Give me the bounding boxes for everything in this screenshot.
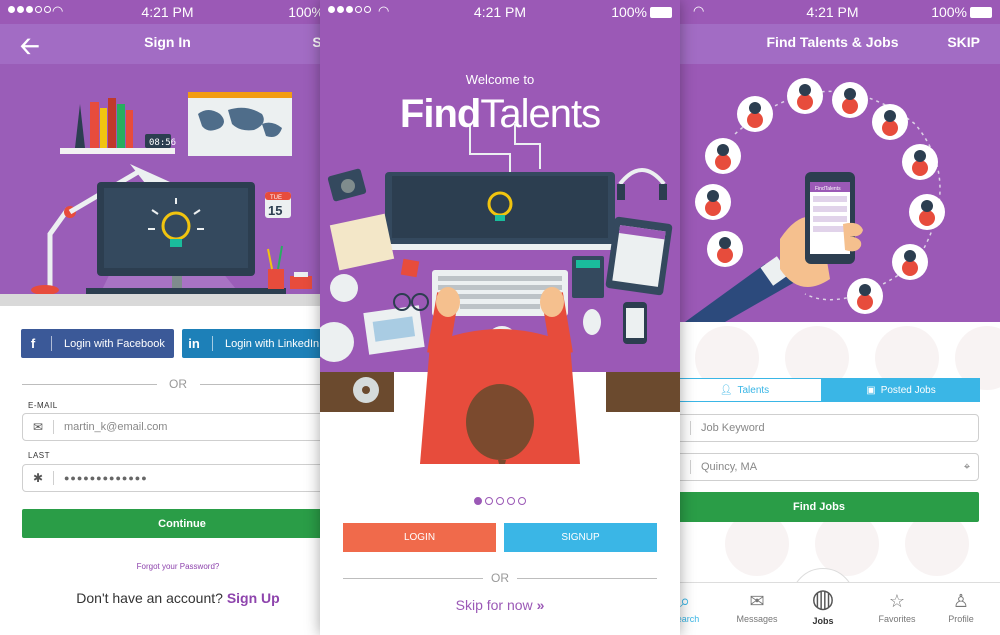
star-icon: ☆ <box>888 591 906 611</box>
find-screen: ◠ 4:21 PM 100% Find Talents & Jobs SKIP <box>665 0 1000 635</box>
welcome-text: Welcome to <box>465 72 535 87</box>
asterisk-icon: ✱ <box>32 471 44 485</box>
password-field[interactable]: ✱ ●●●●●●●●●●●●● <box>22 464 335 492</box>
workspace-graphic <box>320 124 680 476</box>
welcome-screen: ◠ 4:21 PM 100% Welcome to FindTalents LO… <box>320 0 680 635</box>
talent-network-graphic: FindTalents <box>685 78 945 322</box>
desk-illustration: 08:56 TUE 15 <box>0 64 335 295</box>
or-label: OR <box>169 377 187 391</box>
search-mode-segment: 👤︎ Talents ▣ Posted Jobs <box>667 378 980 402</box>
tab-label: Messages <box>736 614 778 624</box>
tab-posted-jobs-label: Posted Jobs <box>880 384 936 396</box>
page-title: Sign In <box>144 34 191 50</box>
page-dot[interactable] <box>485 497 493 505</box>
tab-label: Favorites <box>878 614 916 624</box>
user-icon: ♙ <box>952 591 970 611</box>
battery: 100% <box>931 4 992 20</box>
network-illustration: FindTalents <box>665 64 1000 322</box>
calendar-month: TUE <box>270 195 282 201</box>
job-keyword-placeholder: Job Keyword <box>701 422 765 434</box>
facebook-login-label: Login with Facebook <box>64 337 165 350</box>
tab-favorites[interactable]: ☆ Favorites <box>867 591 927 624</box>
page-dot[interactable] <box>518 497 526 505</box>
page-dot[interactable] <box>507 497 515 505</box>
location-value: Quincy, MA <box>701 461 758 473</box>
navbar: 🡠 Sign In SKIP <box>0 24 335 64</box>
location-input[interactable]: ⌖ Quincy, MA ⌖ <box>665 453 979 481</box>
skip-for-now-label: Skip for now <box>455 597 533 613</box>
tab-jobs[interactable]: ◍ Jobs <box>793 583 853 626</box>
findtalents-logo: FindTalents <box>320 92 680 137</box>
linkedin-login-label: Login with LinkedIn <box>225 337 320 350</box>
divider <box>343 578 483 579</box>
no-account-row: Don't have an account? Sign Up <box>0 590 335 606</box>
job-keyword-input[interactable]: ⌕ Job Keyword <box>665 414 979 442</box>
page-dot[interactable] <box>496 497 504 505</box>
logo-talents: Talents <box>480 92 601 136</box>
screenshot-stage: ◠ 4:21 PM 100% 🡠 Sign In SKIP <box>0 0 1000 635</box>
page-dot[interactable] <box>474 497 482 505</box>
battery-percent: 100% <box>611 4 647 20</box>
login-button[interactable]: LOGIN <box>343 523 496 552</box>
find-jobs-button[interactable]: Find Jobs <box>665 492 979 522</box>
continue-button[interactable]: Continue <box>22 509 335 538</box>
email-label: E-MAIL <box>28 401 58 410</box>
desk-scene-graphic: 08:56 TUE 15 <box>31 92 312 295</box>
location-marker-icon[interactable]: ⌖ <box>956 461 978 474</box>
status-time: 4:21 PM <box>141 4 194 20</box>
svg-text:08:56: 08:56 <box>149 138 176 148</box>
tab-talents-label: Talents <box>737 384 770 396</box>
double-chevron-right-icon: » <box>536 597 545 613</box>
password-label: LAST <box>28 451 51 460</box>
battery-icon <box>970 6 992 18</box>
globe-icon: ◍ <box>811 583 835 613</box>
or-label: OR <box>491 571 509 585</box>
status-bar: ◠ 4:21 PM 100% <box>665 0 1000 24</box>
skip-button[interactable]: SKIP <box>947 34 980 50</box>
email-value: martin_k@email.com <box>64 421 168 433</box>
desk-floor <box>0 294 335 306</box>
tab-talents[interactable]: 👤︎ Talents <box>667 378 822 402</box>
signup-button[interactable]: SIGNUP <box>504 523 657 552</box>
calendar-day: 15 <box>268 203 282 218</box>
facebook-login-button[interactable]: f Login with Facebook <box>21 329 174 358</box>
forgot-password-link[interactable]: Forgot your Password? <box>0 562 335 571</box>
phone-app-label: FindTalents <box>815 186 841 192</box>
battery-percent: 100% <box>288 4 324 20</box>
facebook-icon: f <box>30 336 36 351</box>
email-field[interactable]: ✉ martin_k@email.com <box>22 413 335 441</box>
signup-link[interactable]: Sign Up <box>227 590 280 606</box>
linkedin-icon: in <box>188 336 200 351</box>
no-account-text: Don't have an account? <box>76 590 223 606</box>
divider <box>22 384 157 385</box>
divider <box>200 384 335 385</box>
status-bar: ◠ 4:21 PM 100% <box>0 0 335 24</box>
tab-label: Jobs <box>812 616 834 626</box>
battery: 100% <box>611 4 672 20</box>
skip-for-now-link[interactable]: Skip for now » <box>320 597 680 613</box>
navbar: Find Talents & Jobs SKIP <box>665 24 1000 64</box>
person-icon: 👤︎ <box>719 384 733 396</box>
divider <box>517 578 657 579</box>
background-pattern <box>665 322 1000 582</box>
tab-label: Profile <box>948 614 974 624</box>
signin-screen: ◠ 4:21 PM 100% 🡠 Sign In SKIP <box>0 0 335 635</box>
briefcase-icon: ▣ <box>866 384 876 396</box>
password-value: ●●●●●●●●●●●●● <box>64 473 148 483</box>
logo-find: Find <box>399 92 481 136</box>
status-bar: ◠ 4:21 PM 100% <box>320 0 680 24</box>
tab-profile[interactable]: ♙ Profile <box>931 591 991 624</box>
linkedin-login-button[interactable]: in Login with LinkedIn <box>182 329 335 358</box>
bottom-tab-bar: ⌕ Search ✉ Messages ◍ Jobs ☆ Favorites ♙… <box>665 582 1000 635</box>
envelope-icon: ✉ <box>32 420 44 434</box>
envelope-icon: ✉ <box>749 591 765 611</box>
page-indicator <box>320 497 680 505</box>
battery-icon <box>650 6 672 18</box>
battery-percent: 100% <box>931 4 967 20</box>
tab-messages[interactable]: ✉ Messages <box>727 591 787 624</box>
tab-posted-jobs[interactable]: ▣ Posted Jobs <box>822 378 980 402</box>
